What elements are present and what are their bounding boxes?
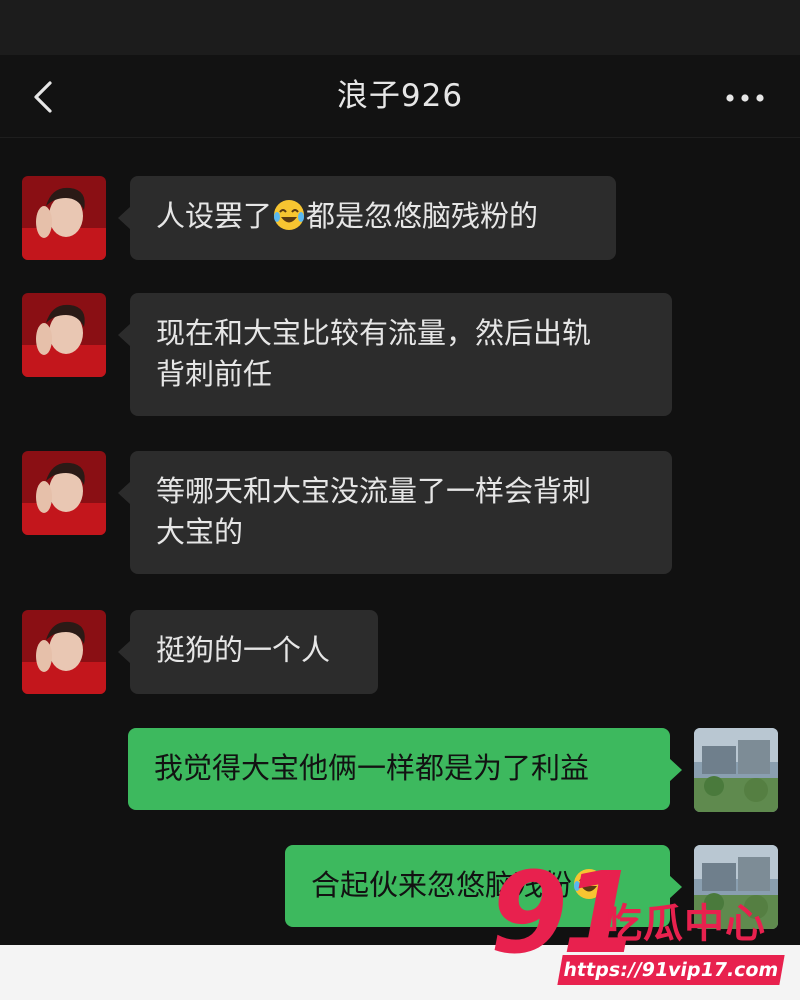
avatar-photo (22, 176, 106, 260)
watermark-url: https://91vip17.com (557, 955, 785, 985)
message-text-line: 现在和大宝比较有流量，然后出轨 (156, 316, 592, 350)
status-bar (0, 0, 800, 55)
message-bubble-incoming[interactable]: 等哪天和大宝没流量了一样会背刺 大宝的 (118, 451, 672, 574)
message-bubble-incoming[interactable]: 挺狗的一个人 (118, 610, 378, 694)
message-list[interactable]: 人设罢了 都是忽悠脑残粉的 现在和大宝比较有流量，然后出轨 背刺前任 等哪天和大宝… (0, 138, 800, 948)
avatar-photo (22, 610, 106, 694)
more-options-button[interactable] (720, 83, 770, 113)
avatar-photo (22, 293, 106, 377)
chevron-left-icon (34, 81, 52, 113)
back-button[interactable] (24, 77, 64, 117)
message-text-line: 大宝的 (156, 515, 244, 549)
message-text: 都是忽悠脑残粉的 (306, 199, 539, 233)
contact-avatar[interactable] (22, 451, 106, 535)
message-text-line: 背刺前任 (156, 357, 273, 391)
my-avatar[interactable] (694, 728, 778, 812)
message-text-line: 等哪天和大宝没流量了一样会背刺 (156, 474, 592, 508)
contact-avatar[interactable] (22, 293, 106, 377)
message-bubble-incoming[interactable]: 人设罢了 都是忽悠脑残粉的 (118, 176, 616, 260)
message-text: 我觉得大宝他俩一样都是为了利益 (154, 751, 590, 785)
message-text: 人设罢了 (156, 199, 273, 233)
avatar-photo (694, 728, 778, 812)
contact-avatar[interactable] (22, 176, 106, 260)
avatar-photo (22, 451, 106, 535)
chat-title: 浪子926 (336, 78, 464, 114)
tears-of-joy-emoji-icon (272, 198, 306, 232)
watermark-name: 吃瓜中心 (602, 901, 766, 947)
more-dots-icon (726, 94, 764, 102)
chat-header: 浪子926 (0, 55, 800, 138)
message-bubble-outgoing[interactable]: 我觉得大宝他俩一样都是为了利益 (128, 728, 682, 810)
contact-avatar[interactable] (22, 610, 106, 694)
message-text: 挺狗的一个人 (156, 633, 331, 667)
message-bubble-incoming[interactable]: 现在和大宝比较有流量，然后出轨 背刺前任 (118, 293, 672, 416)
